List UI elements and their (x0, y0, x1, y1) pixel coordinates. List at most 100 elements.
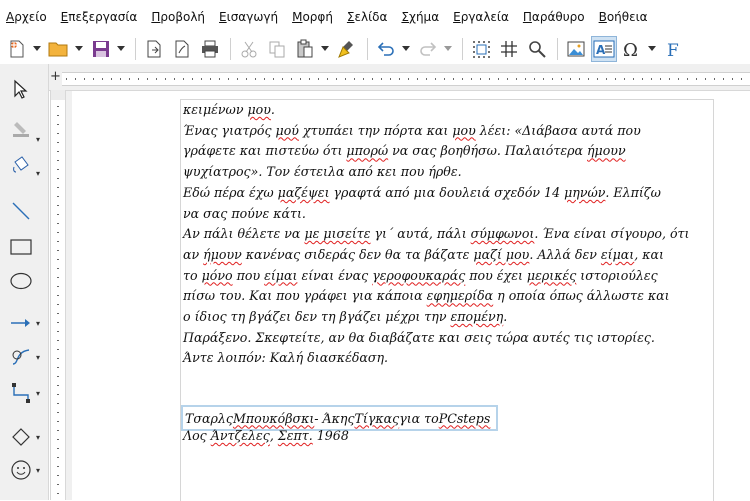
chevron-down-icon[interactable] (443, 36, 453, 62)
chevron-down-icon[interactable] (401, 36, 411, 62)
arrow-line-icon[interactable] (6, 310, 36, 336)
menu-item[interactable]: Εισαγωγή (219, 10, 278, 24)
menu-item[interactable]: Σχήμα (401, 10, 439, 24)
menu-item[interactable]: Αρχείο (6, 10, 47, 24)
connector-icon[interactable] (6, 380, 36, 406)
clone-formatting-icon[interactable] (334, 36, 360, 62)
spellcheck-word[interactable]: Σεπτ. (278, 428, 313, 443)
fontwork-icon[interactable]: F (661, 36, 687, 62)
text-line: αν ήμουν κανένας σιδεράς δεν θα τα βάζατ… (183, 246, 664, 262)
chevron-down-icon[interactable]: ▾ (36, 434, 44, 442)
menu-item[interactable]: Παράθυρο (523, 10, 585, 24)
spellcheck-word[interactable]: είμαι (264, 268, 297, 283)
export-pdf-icon[interactable] (169, 36, 195, 62)
chevron-down-icon[interactable] (32, 36, 42, 62)
chevron-down-icon[interactable] (320, 36, 330, 62)
spellcheck-word[interactable]: μου (247, 102, 270, 117)
menu-item[interactable]: Μορφή (292, 10, 333, 24)
grid-icon[interactable] (468, 36, 494, 62)
spellcheck-word[interactable]: μου (452, 123, 475, 138)
curve-icon[interactable] (6, 344, 36, 370)
chevron-down-icon[interactable]: ▾ (36, 170, 44, 178)
spellcheck-word[interactable]: ήμουν (203, 247, 242, 262)
svg-text:F: F (667, 41, 679, 59)
ruler-origin-icon: + (50, 69, 61, 84)
helplines-icon[interactable] (496, 36, 522, 62)
chevron-down-icon[interactable]: ▾ (36, 136, 44, 144)
menu-item[interactable]: Βοήθεια (599, 10, 648, 24)
spellcheck-word[interactable]: μερικές (527, 268, 576, 283)
chevron-down-icon[interactable] (74, 36, 84, 62)
spellcheck-word[interactable]: γεροφουκαράς (372, 268, 465, 283)
spellcheck-word[interactable]: μπορώ (346, 143, 388, 158)
redo-icon[interactable] (415, 36, 441, 62)
chevron-down-icon[interactable] (647, 36, 657, 62)
ellipse-icon[interactable] (6, 268, 36, 294)
text-line: ψυχίατρος». Τον έστειλα από κει που ήρθε… (183, 164, 462, 180)
image-icon[interactable] (563, 36, 589, 62)
chevron-down-icon[interactable]: ▾ (36, 320, 44, 328)
vertical-ruler[interactable] (50, 90, 66, 500)
chevron-down-icon[interactable]: ▾ (36, 390, 44, 398)
special-character-icon[interactable]: Ω (619, 36, 645, 62)
menu-item[interactable]: Προβολή (151, 10, 205, 24)
rectangle-icon[interactable] (6, 234, 36, 260)
standard-toolbar: A Ω F (0, 34, 750, 64)
text-line: Ένας γιατρός μού χτυπάει την πόρτα και μ… (183, 122, 641, 138)
drawing-toolbar: ▾ ▾ ▾ ▾ ▾ ▾ ▾ (0, 64, 49, 500)
chevron-down-icon[interactable] (116, 36, 126, 62)
spellcheck-word[interactable]: μαζί μου (473, 247, 529, 262)
text-line: Εδώ πέρα έχω μαζέψει γραφτά από μια δουλ… (183, 184, 661, 200)
find-replace-icon[interactable] (524, 36, 550, 62)
menu-item[interactable]: Εργαλεία (453, 10, 509, 24)
spellcheck-word[interactable]: Μπουκόβσκι (233, 411, 314, 426)
export-icon[interactable] (141, 36, 167, 62)
spellcheck-word[interactable]: Άντζελες (211, 428, 270, 443)
select-icon[interactable] (6, 76, 36, 102)
paste-icon[interactable] (292, 36, 318, 62)
line-color-icon[interactable] (6, 116, 36, 142)
smiley-icon[interactable] (6, 457, 36, 483)
spellcheck-word[interactable]: μηνών (564, 185, 605, 200)
svg-text:Ω: Ω (623, 40, 638, 59)
body-text[interactable]: κειμένων μου. Ένας γιατρός μού χτυπάει τη… (183, 100, 711, 369)
spellcheck-word[interactable]: μόνο (202, 268, 233, 283)
new-document-icon[interactable] (4, 36, 30, 62)
spellcheck-word[interactable]: PCsteps (439, 411, 491, 426)
text-line: πίσω του. Και που γράφει για κάποια εφημ… (183, 288, 670, 304)
copy-icon[interactable] (264, 36, 290, 62)
undo-icon[interactable] (373, 36, 399, 62)
spellcheck-word[interactable]: Τίγκας (355, 411, 400, 426)
horizontal-ruler[interactable] (62, 72, 750, 86)
spellcheck-word[interactable]: μαζέψει (278, 185, 330, 200)
spellcheck-word[interactable]: επομένη (450, 309, 503, 324)
signature-place-date-line[interactable]: Λος Άντζελες, Σεπτ. 1968 (183, 428, 349, 443)
menu-item[interactable]: Σελίδα (347, 10, 388, 24)
text-line: ο ίδιος τη βγάζει δεν τη βγάζει μέχρι τη… (183, 309, 508, 325)
text-line: γράφετε και πιστεύω ότι μπορώ να σας βοη… (183, 143, 626, 159)
open-folder-icon[interactable] (46, 36, 72, 62)
text-line: Παράξενο. Σκεφτείτε, αν θα διαβάζατε και… (183, 329, 655, 345)
spellcheck-word[interactable]: ήμουν (587, 143, 626, 158)
fill-icon[interactable] (6, 152, 36, 178)
menu-item[interactable]: Επεξεργασία (61, 10, 138, 24)
chevron-down-icon[interactable]: ▾ (36, 354, 44, 362)
text-line: να σας πούνε κάτι. (183, 205, 306, 221)
textbox-icon[interactable]: A (591, 36, 617, 62)
line-icon[interactable] (6, 198, 36, 224)
spellcheck-word[interactable]: μού (276, 123, 299, 138)
save-icon[interactable] (88, 36, 114, 62)
spellcheck-word[interactable]: εφημερίδα (427, 288, 494, 303)
chevron-down-icon[interactable]: ▾ (36, 467, 44, 475)
horizontal-ruler-area (0, 64, 750, 91)
print-icon[interactable] (197, 36, 223, 62)
text-line: κειμένων μου. (183, 102, 275, 117)
text-line: Αν πάλι θέλετε να με μισείτε γι΄ αυτά, π… (183, 226, 690, 242)
basic-shapes-icon[interactable] (6, 424, 36, 450)
spellcheck-word[interactable]: είμαι (601, 247, 634, 262)
text-line: Άντε λοιπόν: Καλή διασκέδαση. (183, 350, 389, 366)
svg-text:A: A (596, 43, 606, 57)
cut-icon[interactable] (236, 36, 262, 62)
spellcheck-word[interactable]: με μισείτε (304, 226, 370, 241)
spellcheck-word[interactable]: σύμφωνοι (471, 226, 535, 241)
